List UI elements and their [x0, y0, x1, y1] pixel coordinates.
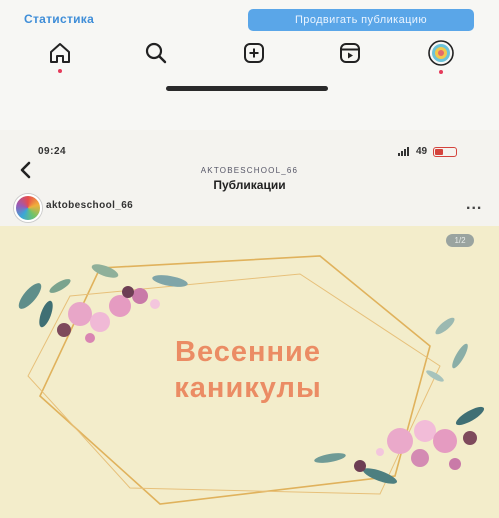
profile-avatar-icon: [428, 40, 454, 66]
search-icon: [145, 42, 167, 64]
post-username[interactable]: aktobeschool_66: [46, 200, 133, 211]
post-actions-bar: Статистика Продвигать публикацию: [0, 0, 499, 130]
post-image[interactable]: 1/2 Весенние каникулы: [0, 226, 499, 518]
status-time: 09:24: [38, 146, 67, 157]
promote-post-button[interactable]: Продвигать публикацию: [248, 9, 474, 31]
statistics-link[interactable]: Статистика: [24, 12, 94, 26]
battery-icon: [433, 146, 458, 157]
nav-create[interactable]: [237, 36, 271, 70]
notification-dot: [58, 69, 62, 73]
add-post-icon: [244, 43, 264, 63]
home-indicator[interactable]: [166, 86, 328, 91]
header-username: AKTOBESCHOOL_66: [200, 166, 299, 175]
more-options-button[interactable]: ...: [466, 196, 482, 214]
status-icons: 49: [398, 146, 458, 157]
signal-icon: [398, 147, 409, 156]
image-counter-badge: 1/2: [446, 234, 474, 247]
nav-search[interactable]: [139, 36, 173, 70]
avatar[interactable]: [14, 194, 42, 222]
reels-icon: [340, 43, 360, 63]
notification-dot: [439, 70, 443, 74]
battery-percent: 49: [416, 146, 428, 157]
nav-reels[interactable]: [333, 36, 367, 70]
post-headline-line2: каникулы: [174, 372, 322, 404]
page-title: Публикации: [213, 178, 286, 192]
post-headline-line1: Весенние: [175, 336, 321, 368]
home-icon: [50, 43, 70, 63]
bottom-navigation: [0, 34, 499, 74]
nav-home[interactable]: [43, 36, 77, 73]
nav-profile[interactable]: [424, 36, 458, 74]
